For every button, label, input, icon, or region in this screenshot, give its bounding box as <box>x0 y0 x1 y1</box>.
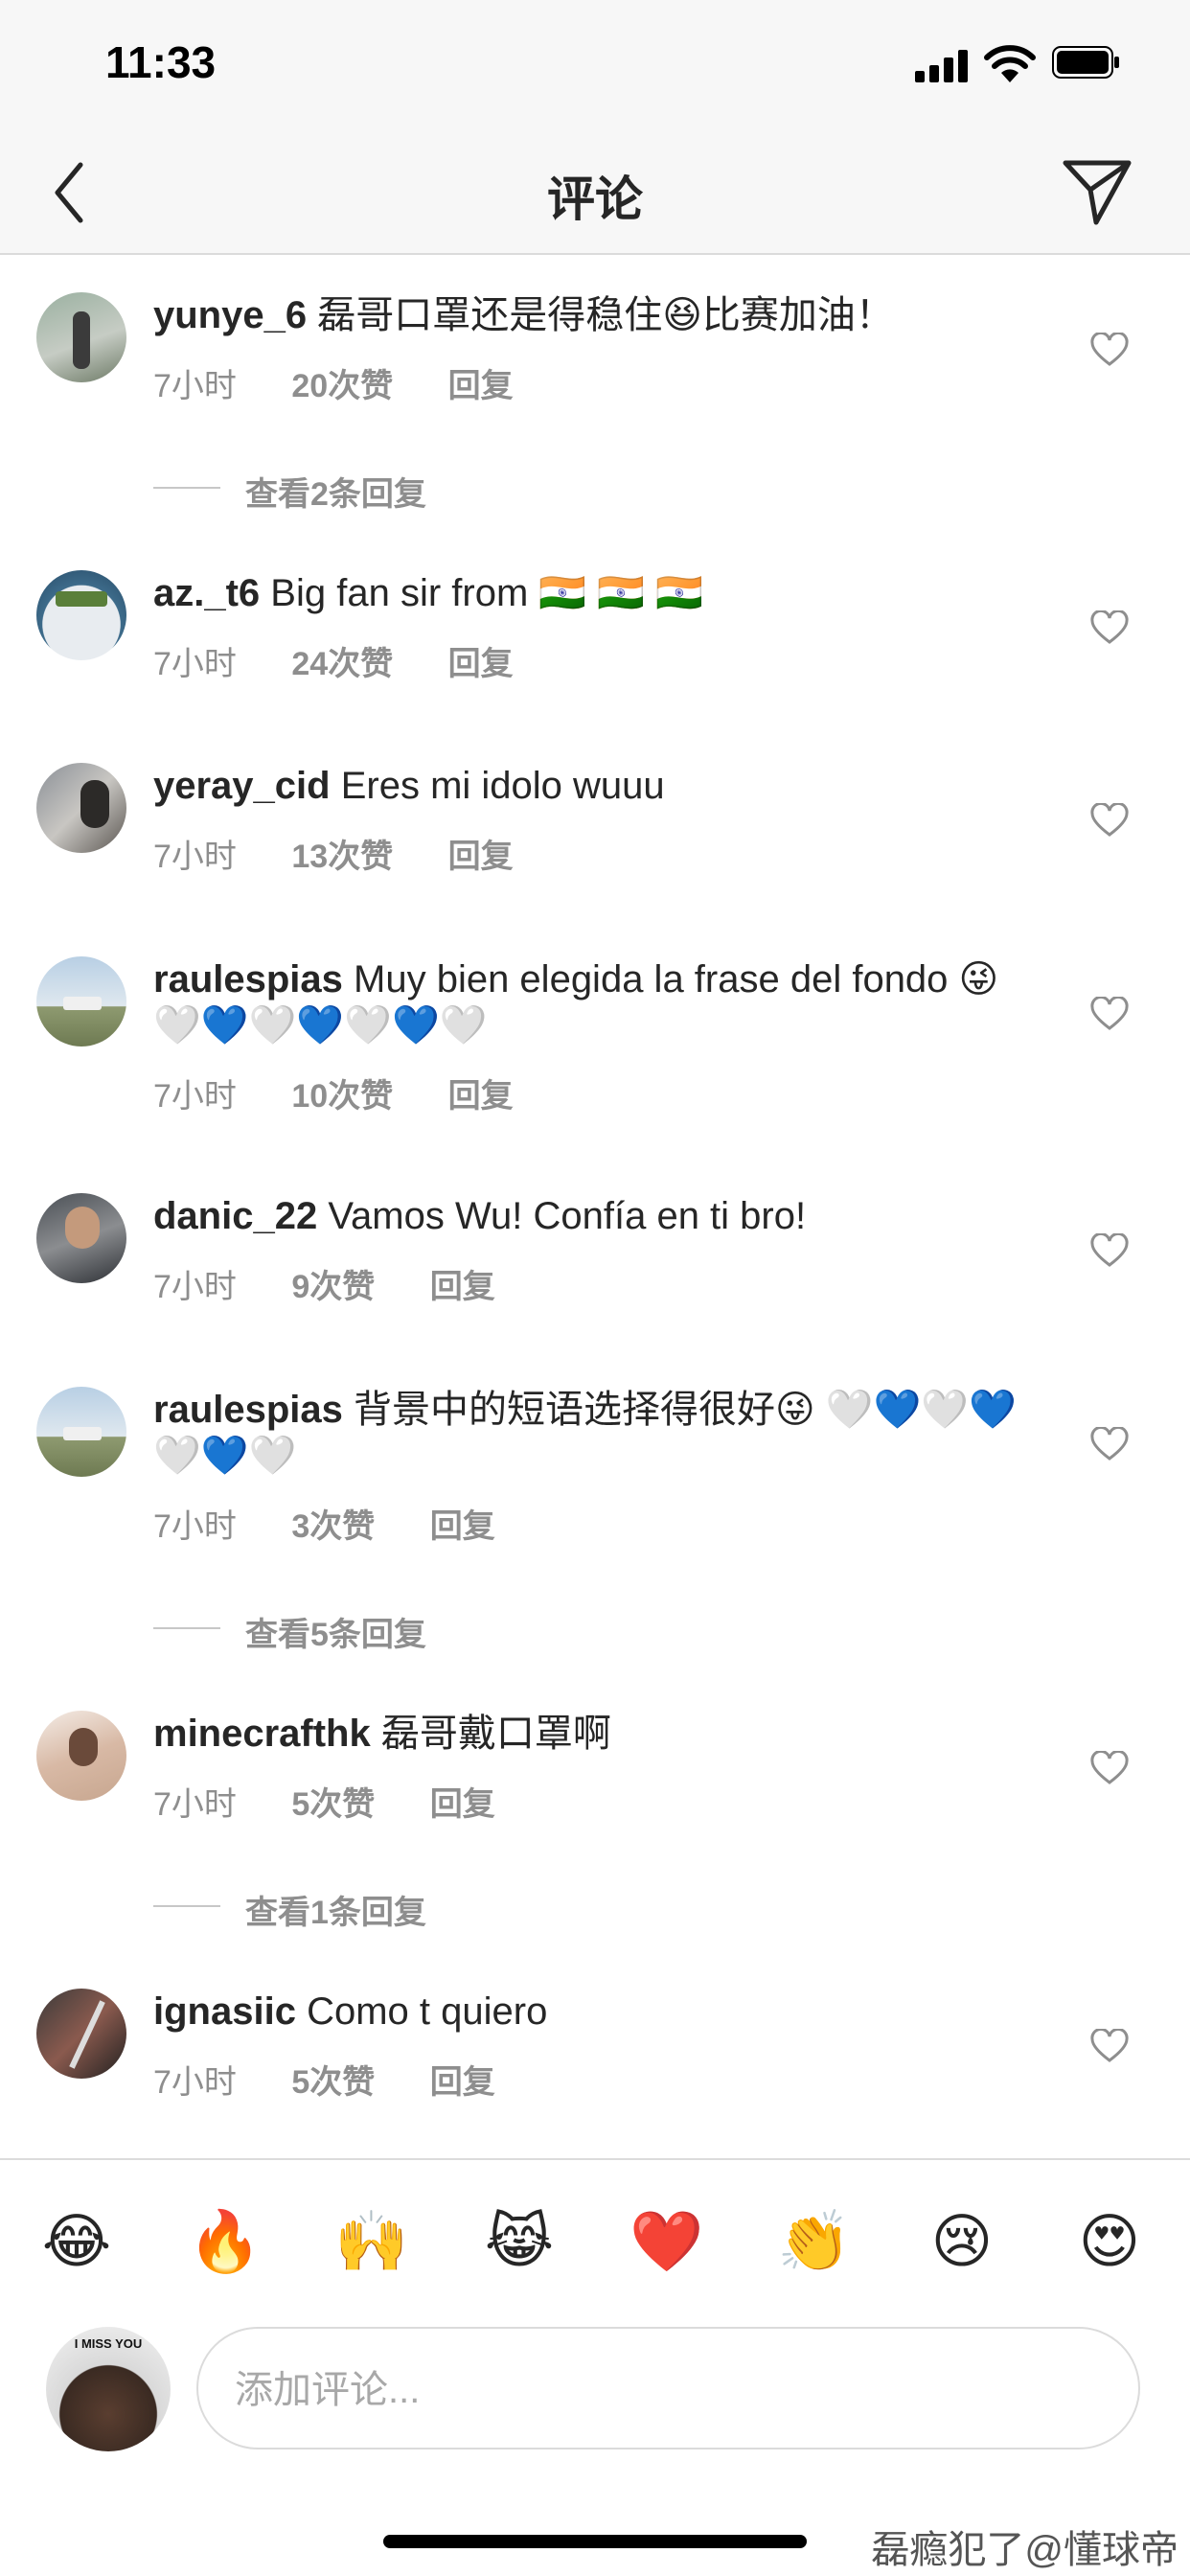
heart-like-icon[interactable] <box>1090 1427 1129 1461</box>
avatar[interactable] <box>36 1711 126 1801</box>
comment-username[interactable]: raulespias <box>153 1389 343 1431</box>
avatar[interactable] <box>36 1193 126 1283</box>
reply-button[interactable]: 回复 <box>430 1269 495 1305</box>
comment-text: Como t quiero <box>307 1990 548 2033</box>
heart-like-icon[interactable] <box>1090 610 1129 645</box>
cellular-signal-icon <box>915 50 969 82</box>
send-direct-icon[interactable] <box>1062 155 1133 226</box>
comment-time: 7小时 <box>153 1269 237 1305</box>
comment-text: 磊哥戴口罩啊 <box>380 1713 611 1755</box>
status-bar: 11:33 <box>0 0 1190 134</box>
emoji-button[interactable]: ❤️ <box>629 2204 705 2281</box>
reply-button[interactable]: 回复 <box>430 1508 495 1545</box>
page-title: 评论 <box>547 172 643 226</box>
avatar-caption: I MISS YOU <box>74 2336 143 2351</box>
heart-like-icon[interactable] <box>1090 1751 1129 1785</box>
watermark: 磊瘾犯了@懂球帝 <box>871 2529 1179 2571</box>
comment-time: 7小时 <box>153 2064 237 2101</box>
comment-likes[interactable]: 20次赞 <box>291 368 393 404</box>
comment-likes[interactable]: 9次赞 <box>291 1269 375 1305</box>
comment-time: 7小时 <box>153 1078 237 1115</box>
reply-button[interactable]: 回复 <box>430 1786 495 1823</box>
emoji-button[interactable]: 😢 <box>924 2204 1000 2281</box>
divider <box>153 487 220 489</box>
reply-button[interactable]: 回复 <box>448 839 514 875</box>
comment-text: 磊哥口罩还是得稳住😆比赛加油！ <box>317 294 894 336</box>
heart-like-icon[interactable] <box>1090 333 1129 367</box>
divider <box>153 1905 220 1907</box>
emoji-button[interactable]: 😍 <box>1071 2204 1148 2281</box>
emoji-button[interactable]: 🙌 <box>333 2204 410 2281</box>
quick-emoji-bar: 😂 🔥 🙌 😹 ❤️ 👏 😢 😍 <box>0 2204 1190 2281</box>
emoji-button[interactable]: 😹 <box>481 2204 558 2281</box>
wifi-icon <box>984 45 1036 82</box>
avatar[interactable] <box>36 1387 126 1477</box>
view-replies-link[interactable]: 查看2条回复 <box>153 468 537 513</box>
comment-username[interactable]: danic_22 <box>153 1195 317 1237</box>
home-indicator[interactable] <box>383 2535 807 2548</box>
heart-like-icon[interactable] <box>1090 1233 1129 1268</box>
status-time: 11:33 <box>105 37 217 87</box>
comment-username[interactable]: raulespias <box>153 958 343 1000</box>
comment-username[interactable]: yunye_6 <box>153 294 307 336</box>
battery-icon <box>1052 46 1119 79</box>
avatar[interactable] <box>36 292 126 382</box>
avatar[interactable] <box>36 763 126 853</box>
comment-text: Vamos Wu! Confía en ti bro! <box>328 1195 807 1237</box>
comment-likes[interactable]: 5次赞 <box>291 2064 375 2101</box>
comment-likes[interactable]: 24次赞 <box>291 646 393 682</box>
comment-username[interactable]: az._t6 <box>153 572 260 614</box>
comment-input[interactable] <box>233 2358 1099 2423</box>
comment-likes[interactable]: 3次赞 <box>291 1508 375 1545</box>
comment-likes[interactable]: 5次赞 <box>291 1786 375 1823</box>
comment-time: 7小时 <box>153 368 237 404</box>
comment-username[interactable]: minecrafthk <box>153 1713 371 1755</box>
emoji-button[interactable]: 😂 <box>38 2204 115 2281</box>
reply-button[interactable]: 回复 <box>448 646 514 682</box>
comment-input-container[interactable] <box>196 2327 1140 2450</box>
current-user-avatar: I MISS YOU <box>46 2327 171 2451</box>
avatar[interactable] <box>36 956 126 1046</box>
comment-time: 7小时 <box>153 839 237 875</box>
reply-button[interactable]: 回复 <box>448 368 514 404</box>
heart-like-icon[interactable] <box>1090 997 1129 1031</box>
comment-username[interactable]: ignasiic <box>153 1990 296 2033</box>
reply-button[interactable]: 回复 <box>448 1078 514 1115</box>
emoji-button[interactable]: 🔥 <box>187 2204 263 2281</box>
avatar[interactable] <box>36 570 126 660</box>
comment-text: Eres mi idolo wuuu <box>340 765 665 807</box>
nav-bar: 评论 <box>0 134 1190 255</box>
emoji-button[interactable]: 👏 <box>776 2204 853 2281</box>
comment-time: 7小时 <box>153 1508 237 1545</box>
heart-like-icon[interactable] <box>1090 2029 1129 2063</box>
divider <box>0 2158 1190 2160</box>
comment-text: Big fan sir from 🇮🇳 🇮🇳 🇮🇳 <box>270 572 704 614</box>
comment-username[interactable]: yeray_cid <box>153 765 331 807</box>
heart-like-icon[interactable] <box>1090 803 1129 838</box>
comment-time: 7小时 <box>153 1786 237 1823</box>
comment-time: 7小时 <box>153 646 237 682</box>
view-replies-link[interactable]: 查看1条回复 <box>153 1886 537 1931</box>
view-replies-link[interactable]: 查看5条回复 <box>153 1608 537 1653</box>
comment-likes[interactable]: 13次赞 <box>291 839 393 875</box>
reply-button[interactable]: 回复 <box>430 2064 495 2101</box>
avatar[interactable] <box>36 1989 126 2079</box>
divider <box>153 1627 220 1629</box>
comment-likes[interactable]: 10次赞 <box>291 1078 393 1115</box>
